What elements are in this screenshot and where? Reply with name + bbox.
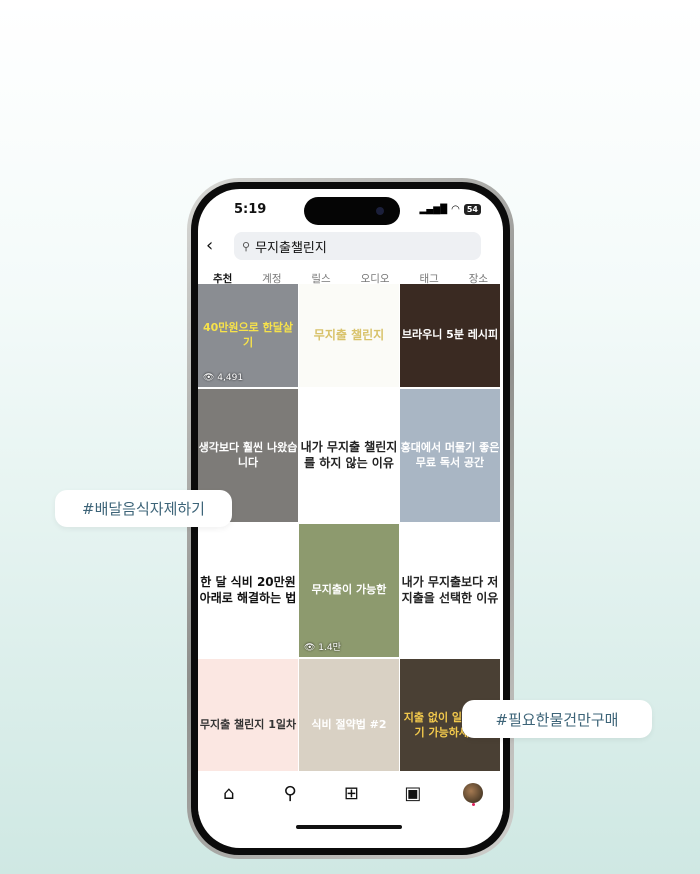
back-icon[interactable]: ‹ <box>206 235 213 256</box>
bottom-nav: ⌂ ⚲ ⊞ ▣ <box>198 771 503 815</box>
battery-icon: 54 <box>463 204 481 215</box>
reels-icon[interactable]: ▣ <box>402 783 424 804</box>
signal-icon: ▂▄▆█ <box>419 204 448 215</box>
thumbnail-caption: 무지출 챌린지 1일차 <box>199 718 297 732</box>
search-query: 무지출챌린지 <box>255 240 327 256</box>
grid-thumbnail[interactable]: 홍대에서 머물기 좋은 무료 독서 공간 <box>400 389 500 522</box>
create-icon[interactable]: ⊞ <box>340 783 362 804</box>
home-indicator[interactable] <box>296 825 402 829</box>
status-bar: 5:19 ▂▄▆█ ◠ 54 <box>198 189 503 229</box>
notification-dot <box>472 803 475 806</box>
home-icon[interactable]: ⌂ <box>218 783 240 804</box>
thumbnail-caption: 홍대에서 머물기 좋은 무료 독서 공간 <box>400 441 500 469</box>
phone-frame: 5:19 ▂▄▆█ ◠ 54 ‹ ⚲ 무지출챌린지 추천 계정 릴스 오디오 태… <box>187 178 514 859</box>
hashtag-pill-delivery: #배달음식자제하기 <box>55 490 232 527</box>
thumbnail-caption: 무지출 챌린지 <box>313 327 385 342</box>
status-time: 5:19 <box>234 202 267 217</box>
thumbnail-caption: 한 달 식비 20만원 아래로 해결하는 법 <box>199 574 297 605</box>
results-grid: 40만원으로 한달살기 👁 4,491 무지출 챌린지 브라우니 5분 레시피생각보다… <box>198 284 500 792</box>
thumbnail-caption: 40만원으로 한달살기 <box>203 321 293 349</box>
dynamic-island <box>304 197 400 225</box>
profile-avatar[interactable] <box>463 783 484 803</box>
thumbnail-caption: 내가 무지출 챌린지를 하지 않는 이유 <box>300 439 398 470</box>
thumbnail-caption: 식비 절약법 #2 <box>311 718 387 732</box>
thumbnail-caption: 생각보다 훨씬 나왔습니다 <box>198 441 298 469</box>
grid-thumbnail[interactable]: 무지출이 가능한 👁 1.4만 <box>299 524 399 657</box>
grid-thumbnail[interactable]: 내가 무지출 챌린지를 하지 않는 이유 <box>299 389 399 522</box>
grid-thumbnail[interactable]: 40만원으로 한달살기 👁 4,491 <box>198 284 298 387</box>
wifi-icon: ◠ <box>451 204 460 215</box>
thumbnail-caption: 내가 무지출보다 저지출을 선택한 이유 <box>401 574 499 605</box>
phone-bezel: 5:19 ▂▄▆█ ◠ 54 ‹ ⚲ 무지출챌린지 추천 계정 릴스 오디오 태… <box>191 182 510 855</box>
search-icon: ⚲ <box>242 239 251 253</box>
grid-thumbnail[interactable]: 무지출 챌린지 <box>299 284 399 387</box>
grid-thumbnail[interactable]: 브라우니 5분 레시피 <box>400 284 500 387</box>
search-nav-icon[interactable]: ⚲ <box>279 783 301 804</box>
hashtag-pill-essentials: #필요한물건만구매 <box>462 700 652 738</box>
camera-icon <box>376 207 384 215</box>
view-count: 👁 1.4만 <box>304 643 341 653</box>
thumbnail-caption: 무지출이 가능한 <box>311 583 387 597</box>
screen: 5:19 ▂▄▆█ ◠ 54 ‹ ⚲ 무지출챌린지 추천 계정 릴스 오디오 태… <box>198 189 503 848</box>
search-input[interactable]: ⚲ 무지출챌린지 <box>234 232 481 260</box>
grid-thumbnail[interactable]: 한 달 식비 20만원 아래로 해결하는 법 <box>198 524 298 657</box>
grid-thumbnail[interactable]: 내가 무지출보다 저지출을 선택한 이유 <box>400 524 500 657</box>
view-count: 👁 4,491 <box>203 373 244 383</box>
thumbnail-caption: 브라우니 5분 레시피 <box>401 328 499 342</box>
